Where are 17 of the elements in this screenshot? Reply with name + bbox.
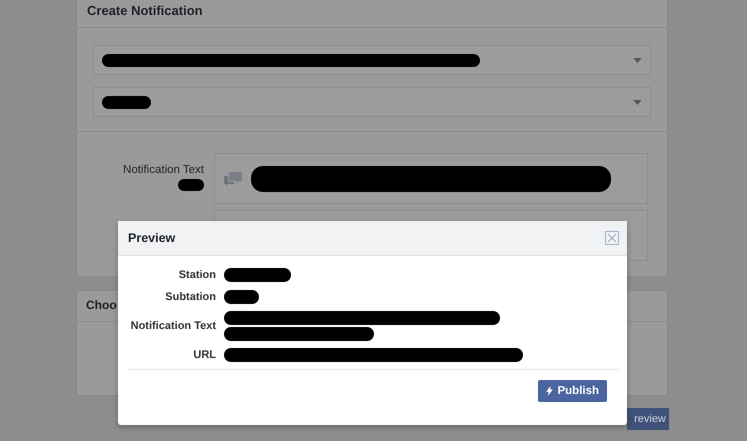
panel-title: Create Notification: [87, 3, 203, 18]
caret-icon: [633, 58, 642, 62]
caret-icon: [633, 100, 642, 104]
preview-button[interactable]: review: [627, 408, 669, 430]
dropdown[interactable]: [93, 45, 651, 75]
speech-bubbles-icon: [223, 170, 243, 186]
detail-label: Subtation: [164, 291, 217, 303]
detail-label: URL: [192, 349, 217, 361]
lightning-icon: [546, 386, 554, 396]
panel-title: Choo: [86, 298, 117, 312]
field-label: Notification Text: [123, 164, 204, 176]
dropdown[interactable]: [93, 87, 651, 117]
input-field[interactable]: [214, 153, 648, 204]
detail-label: Notification Text: [130, 320, 217, 332]
publish-button[interactable]: Publish: [538, 380, 607, 402]
detail-label: Station: [178, 269, 217, 281]
dialog-title: Preview: [128, 231, 176, 245]
